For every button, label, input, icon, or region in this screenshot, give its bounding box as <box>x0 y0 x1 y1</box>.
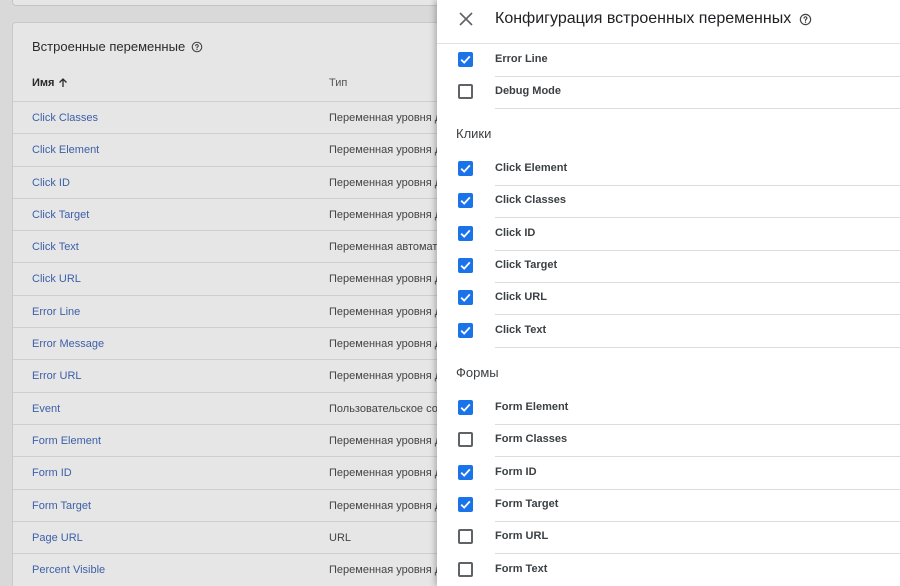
divider <box>495 346 900 348</box>
option-label: Click Element <box>495 162 568 174</box>
variable-option: Click Text <box>437 319 900 351</box>
variable-option: Debug Mode <box>437 80 900 112</box>
panel-title-text: Конфигурация встроенных переменных <box>495 10 792 27</box>
section-title: Клики <box>456 126 492 141</box>
checkbox-checked[interactable] <box>458 52 473 67</box>
divider <box>495 488 900 490</box>
divider <box>495 281 900 283</box>
variable-option: Form Classes <box>437 428 900 460</box>
variable-option: Click Element <box>437 157 900 189</box>
option-label: Click URL <box>495 291 547 304</box>
checkbox-checked[interactable] <box>458 161 473 176</box>
divider <box>495 553 900 555</box>
option-label: Click Classes <box>495 194 566 207</box>
option-label: Click Target <box>495 258 558 271</box>
section-title: Формы <box>456 365 499 380</box>
variable-option: Click Target <box>437 254 900 286</box>
checkbox-unchecked[interactable] <box>458 84 473 100</box>
checkbox-checked[interactable] <box>458 496 473 512</box>
divider <box>495 76 900 77</box>
variable-option: Error Line <box>437 48 900 80</box>
checkbox-unchecked[interactable] <box>458 529 473 545</box>
panel-title: Конфигурация встроенных переменных <box>495 10 812 28</box>
option-label: Form Text <box>495 562 548 575</box>
divider <box>495 217 900 219</box>
divider <box>495 456 900 458</box>
checkbox-checked[interactable] <box>458 257 473 273</box>
option-label: Click ID <box>495 226 536 239</box>
option-label: Form Classes <box>495 433 568 446</box>
config-panel: Конфигурация встроенных переменных Error… <box>437 0 900 586</box>
option-label: Form URL <box>495 530 549 543</box>
option-label: Form Element <box>495 401 569 413</box>
divider <box>495 520 900 522</box>
option-label: Form Target <box>495 497 559 510</box>
checkbox-checked[interactable] <box>458 322 473 338</box>
divider <box>495 185 900 186</box>
checkbox-checked[interactable] <box>458 400 473 415</box>
divider <box>495 424 900 425</box>
divider <box>495 249 900 251</box>
option-label: Error Line <box>495 53 548 65</box>
checkbox-unchecked[interactable] <box>458 432 473 448</box>
variable-option: Form Element <box>437 396 900 428</box>
divider <box>495 108 900 110</box>
variable-option: Click URL <box>437 286 900 318</box>
option-label: Form ID <box>495 465 537 478</box>
checkbox-checked[interactable] <box>458 225 473 241</box>
variable-option: Form Target <box>437 493 900 525</box>
help-icon[interactable] <box>799 13 812 26</box>
panel-header: Конфигурация встроенных переменных <box>437 0 900 44</box>
checkbox-checked[interactable] <box>458 464 473 480</box>
modal-overlay[interactable] <box>0 0 437 586</box>
variable-option: Form URL <box>437 525 900 557</box>
variable-option: Click ID <box>437 222 900 254</box>
option-label: Debug Mode <box>495 85 561 98</box>
variable-option: Click Classes <box>437 189 900 221</box>
variable-option: Form Text <box>437 558 900 586</box>
checkbox-checked[interactable] <box>458 193 473 209</box>
checkbox-unchecked[interactable] <box>458 561 473 577</box>
checkbox-checked[interactable] <box>458 290 473 306</box>
divider <box>495 314 900 316</box>
variable-option: Form ID <box>437 461 900 493</box>
close-icon[interactable] <box>457 10 475 28</box>
option-label: Click Text <box>495 323 547 336</box>
